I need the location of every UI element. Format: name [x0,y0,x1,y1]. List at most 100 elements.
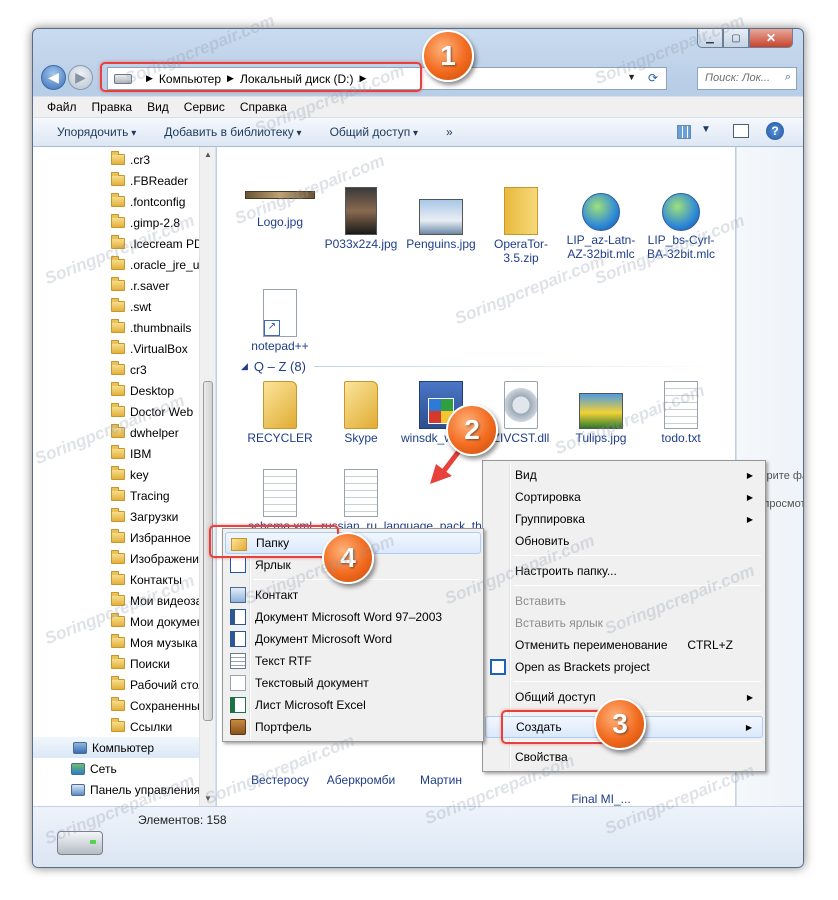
menu-item-label: Контакт [255,588,299,602]
nav-item[interactable]: IBM [33,443,215,464]
scroll-down-icon[interactable]: ▼ [204,794,212,803]
back-button[interactable]: ◀ [41,65,66,90]
menu-item-label: Документ Microsoft Word [255,632,393,646]
nav-item[interactable]: dwhelper [33,422,215,443]
nav-item[interactable]: Изображения [33,548,215,569]
forward-button[interactable]: ▶ [68,65,93,90]
nav-item[interactable]: Ссылки [33,716,215,737]
folder-icon [111,172,125,186]
add-to-library-button[interactable]: Добавить в библиотеку [164,125,301,139]
nav-item[interactable]: Рабочий стол [33,674,215,695]
nav-item[interactable]: cr3 [33,359,215,380]
nav-item[interactable]: .FBReader [33,170,215,191]
nav-item[interactable]: Избранное [33,527,215,548]
share-button[interactable]: Общий доступ [330,125,418,139]
help-icon[interactable]: ? [766,122,784,140]
nav-item[interactable]: .cr3 [33,149,215,170]
file-item[interactable]: Мартин [401,773,481,787]
nav-item[interactable]: Doctor Web [33,401,215,422]
file-item[interactable]: schema.xml [240,469,320,533]
refresh-icon[interactable]: ⟳ [648,71,658,85]
nav-item[interactable]: .gimp-2.8 [33,212,215,233]
file-item[interactable]: Аберкромби [321,773,401,787]
menu-item[interactable]: Вид ▶ [485,464,763,486]
nav-item[interactable]: .Icecream PDF Con [33,233,215,254]
menu-item[interactable]: Документ Microsoft Word [225,628,481,650]
nav-item[interactable]: .thumbnails [33,317,215,338]
view-dropdown-icon[interactable]: ▼ [701,124,711,135]
scroll-up-icon[interactable]: ▲ [204,150,212,159]
nav-item[interactable]: key [33,464,215,485]
nav-item[interactable]: Tracing [33,485,215,506]
nav-item[interactable]: Моя музыка [33,632,215,653]
file-item[interactable]: Skype [321,381,401,445]
more-commands-button[interactable]: » [446,125,453,139]
nav-item-label: Tracing [130,488,170,503]
file-item[interactable]: Final MI_... [561,792,641,806]
search-input[interactable]: Поиск: Лок... ⌕ [697,67,797,90]
preview-pane-icon[interactable] [733,124,749,138]
text-icon [230,675,246,691]
file-item[interactable]: OperaTor-3.5.zip [481,187,561,265]
nav-item[interactable]: .swt [33,296,215,317]
menu-item[interactable]: Обновить [485,530,763,552]
nav-item[interactable]: Мои видеозаписи [33,590,215,611]
file-item[interactable]: notepad++ [240,289,320,353]
search-icon[interactable]: ⌕ [785,71,791,84]
file-item[interactable]: todo.txt [641,381,721,445]
nav-item[interactable]: Сохраненные игры [33,695,215,716]
nav-item[interactable]: .VirtualBox [33,338,215,359]
menu-tools[interactable]: Сервис [184,100,225,114]
change-view-icon[interactable] [677,125,691,139]
menu-item[interactable]: Портфель [225,716,481,738]
menu-item[interactable]: Лист Microsoft Excel [225,694,481,716]
close-button[interactable]: ✕ [749,29,793,48]
nav-item[interactable]: .oracle_jre_usage [33,254,215,275]
menu-item[interactable]: Текст RTF [225,650,481,672]
menu-item[interactable]: Текстовый документ [225,672,481,694]
menu-view[interactable]: Вид [147,100,169,114]
nav-item[interactable]: Сеть [33,758,215,779]
file-item[interactable]: Logo.jpg [240,167,320,229]
menu-help[interactable]: Справка [240,100,287,114]
menu-item[interactable]: Сортировка ▶ [485,486,763,508]
menu-item[interactable]: Контакт [225,584,481,606]
minimize-button[interactable]: ▁ [697,29,723,48]
file-item[interactable]: P033x2z4.jpg [321,187,401,251]
nav-item[interactable]: Мои документы [33,611,215,632]
maximize-button[interactable]: ▢ [723,29,749,48]
folder-icon [111,676,125,690]
file-item[interactable]: russian_ru_language_pack_thunde [321,469,508,533]
file-item[interactable]: Tulips.jpg [561,381,641,445]
group-header-q-z[interactable]: ◢ Q – Z (8) [241,358,721,374]
menu-edit[interactable]: Правка [92,100,133,114]
collapse-icon[interactable]: ◢ [241,361,248,372]
nav-item[interactable]: Поиски [33,653,215,674]
menu-item[interactable]: Open as Brackets project [485,656,763,678]
menu-item[interactable]: Настроить папку... [485,560,763,582]
nav-item[interactable]: Контакты [33,569,215,590]
nav-item[interactable]: .r.saver [33,275,215,296]
nav-item[interactable]: .fontconfig [33,191,215,212]
nav-item[interactable]: Загрузки [33,506,215,527]
address-dropdown-icon[interactable]: ▼ [627,72,636,82]
file-item[interactable]: Вестеросу [240,773,320,787]
file-item[interactable]: Penguins.jpg [401,187,481,251]
nav-item[interactable]: Desktop [33,380,215,401]
nav-item[interactable]: Панель управления [33,779,215,800]
nav-scrollbar[interactable]: ▲ ▼ [199,147,215,806]
organize-button[interactable]: Упорядочить [57,125,136,139]
file-item[interactable]: RECYCLER [240,381,320,445]
menu-item[interactable]: Документ Microsoft Word 97–2003 [225,606,481,628]
file-item[interactable]: LIP_bs-Cyrl-BA-32bit.mlc [641,187,721,261]
menu-file[interactable]: Файл [47,100,77,114]
file-name: Penguins.jpg [406,237,476,251]
menu-item-label: Лист Microsoft Excel [255,698,366,712]
nav-item[interactable]: Компьютер [33,737,215,758]
menu-item[interactable]: Группировка ▶ [485,508,763,530]
menu-item[interactable]: Отменить переименование CTRL+Z [485,634,763,656]
nav-item-label: Изображения [130,551,206,566]
folder-icon [111,193,125,207]
file-item[interactable]: LIP_az-Latn-AZ-32bit.mlc [561,187,641,261]
menu-item-label: Группировка [515,512,585,526]
